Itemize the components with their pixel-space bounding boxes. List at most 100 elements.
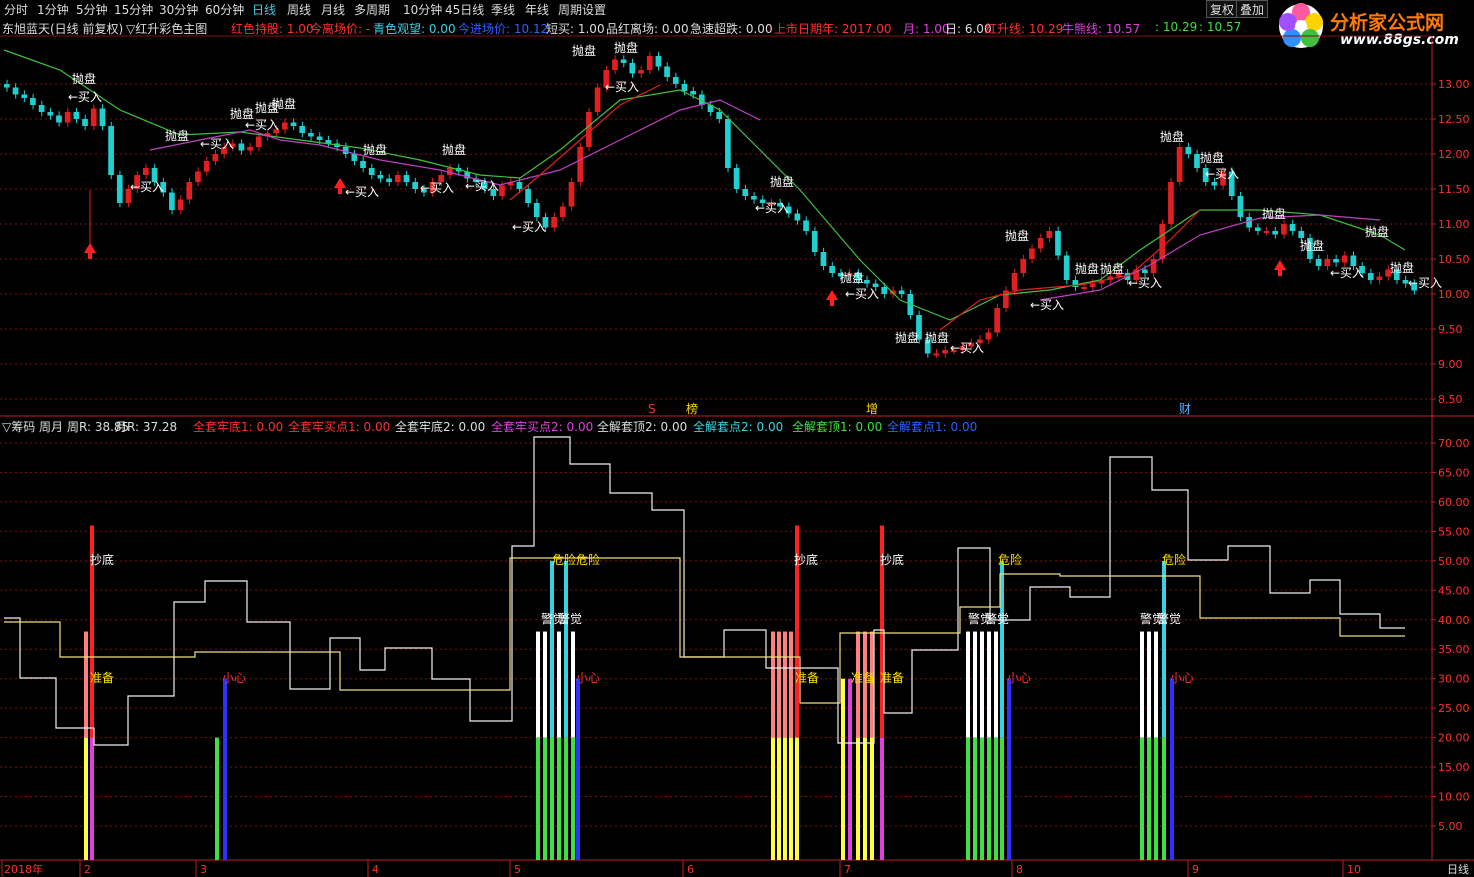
buy-label: ←买入 xyxy=(755,201,789,215)
candle-body xyxy=(1281,224,1287,235)
x-tick-label: 9 xyxy=(1192,863,1199,876)
candle-body xyxy=(1185,147,1192,154)
ma-line-green xyxy=(3,49,1406,321)
price-tick-label: 9.00 xyxy=(1438,358,1463,371)
candle-body xyxy=(1324,259,1331,266)
candle-body xyxy=(638,70,644,74)
candle-body xyxy=(681,84,688,91)
candle-body xyxy=(1211,182,1218,186)
buy-label: ←买入 xyxy=(950,341,984,355)
indicator-bar-bottom xyxy=(564,737,568,860)
buy-label: ←买入 xyxy=(130,180,164,194)
candle-body xyxy=(368,168,375,175)
indicator-bar-top xyxy=(1162,560,1166,738)
chart-canvas[interactable]: 13.00 12.50 12.00 11.50 11.00 10.50 10.00 9.50 9… xyxy=(0,0,1474,877)
indicator-bar-top xyxy=(571,631,575,738)
indicator-tick-label: 65.00 xyxy=(1438,466,1470,479)
sell-label: 抛盘 xyxy=(1100,261,1124,276)
indicator-bar-bottom xyxy=(994,737,998,860)
sell-label: 抛盘 xyxy=(1365,224,1389,239)
price-tick-label: 9.50 xyxy=(1438,323,1463,336)
indicator-bar-top xyxy=(543,631,547,738)
indicator-bar-top xyxy=(771,631,775,738)
indicator-tick-label: 20.00 xyxy=(1438,732,1470,745)
sell-label: 抛盘 xyxy=(363,142,387,157)
indicator-tick-label: 40.00 xyxy=(1438,614,1470,627)
candle-body xyxy=(933,353,940,356)
candle-body xyxy=(1055,231,1061,256)
candle-body xyxy=(655,56,662,67)
indicator-bar-top xyxy=(966,631,970,738)
candle-body xyxy=(1168,182,1174,224)
candle-body xyxy=(1011,273,1018,291)
indicator-bar-top xyxy=(557,631,561,738)
indicator-bar-top xyxy=(777,631,781,738)
buy-label: ←买入 xyxy=(420,181,454,195)
event-marker: 财 xyxy=(1179,402,1191,416)
candle-body xyxy=(525,189,531,203)
candle-body xyxy=(629,63,636,74)
signal-ready-label: 准备 xyxy=(90,671,114,685)
candle-body xyxy=(351,154,358,161)
indicator-bar-top xyxy=(564,560,568,738)
indicator-bar-bottom xyxy=(980,737,984,860)
candle-body xyxy=(195,171,201,182)
candle-body xyxy=(99,108,106,126)
indicator-bar xyxy=(576,678,580,860)
candle-body xyxy=(1037,238,1044,249)
sell-label: 抛盘 xyxy=(1262,206,1286,221)
indicator-bar xyxy=(1007,678,1011,860)
candle-body xyxy=(716,112,723,119)
indicator-bar-bottom xyxy=(550,737,554,860)
candle-body xyxy=(82,119,88,126)
candle-body xyxy=(803,220,809,231)
indicator-bar-top xyxy=(550,560,554,738)
candle-body xyxy=(73,112,80,119)
red-rise-line xyxy=(509,84,661,201)
sell-label: 抛盘 xyxy=(770,174,794,189)
indicator-tick-label: 60.00 xyxy=(1438,496,1470,509)
indicator-bar-bottom xyxy=(777,737,781,860)
indicator-bar-bottom xyxy=(987,737,991,860)
candle-body xyxy=(1089,283,1096,287)
candle-body xyxy=(1063,255,1070,280)
indicator-bar-top xyxy=(84,631,88,738)
indicator-bar-top xyxy=(783,631,787,738)
price-tick-label: 11.50 xyxy=(1438,183,1470,196)
candle-body xyxy=(586,112,592,147)
price-tick-label: 13.00 xyxy=(1438,78,1470,91)
indicator-bar-bottom xyxy=(789,737,793,860)
indicator-bar xyxy=(223,678,227,860)
candle-body xyxy=(1254,227,1261,231)
signal-danger-label: 危险 xyxy=(576,552,600,567)
candle-body xyxy=(577,147,584,182)
candle-body xyxy=(942,350,948,354)
indicator-tick-label: 10.00 xyxy=(1438,791,1470,804)
candle-body xyxy=(212,154,219,161)
price-tick-label: 12.00 xyxy=(1438,148,1470,161)
indicator-bar-top xyxy=(980,631,984,738)
sell-label: 抛盘 xyxy=(614,40,638,55)
sell-label: 抛盘 xyxy=(1200,150,1224,165)
indicator-bar-bottom xyxy=(870,737,874,860)
ma-line-magenta-2 xyxy=(1039,214,1381,301)
candle-body xyxy=(299,126,306,133)
x-tick-label: 2 xyxy=(84,863,91,876)
indicator-bar-bottom xyxy=(1140,737,1144,860)
signal-bottom-label: 抄底 xyxy=(90,552,114,567)
candle-body xyxy=(1159,224,1166,259)
indicator-bar-bottom xyxy=(771,737,775,860)
candle-body xyxy=(620,59,627,63)
candle-body xyxy=(21,94,28,98)
candle-body xyxy=(30,98,36,105)
candle-body xyxy=(64,112,71,123)
candle-body xyxy=(985,332,992,340)
candlesticks xyxy=(4,51,1417,358)
candle-body xyxy=(177,199,184,210)
sell-label: 抛盘 xyxy=(1075,261,1099,276)
indicator-tick-label: 25.00 xyxy=(1438,702,1470,715)
indicator-line-month xyxy=(4,557,1405,704)
signal-bottom-label: 抄底 xyxy=(794,552,818,567)
candle-body xyxy=(820,252,827,266)
candle-body xyxy=(881,287,888,294)
